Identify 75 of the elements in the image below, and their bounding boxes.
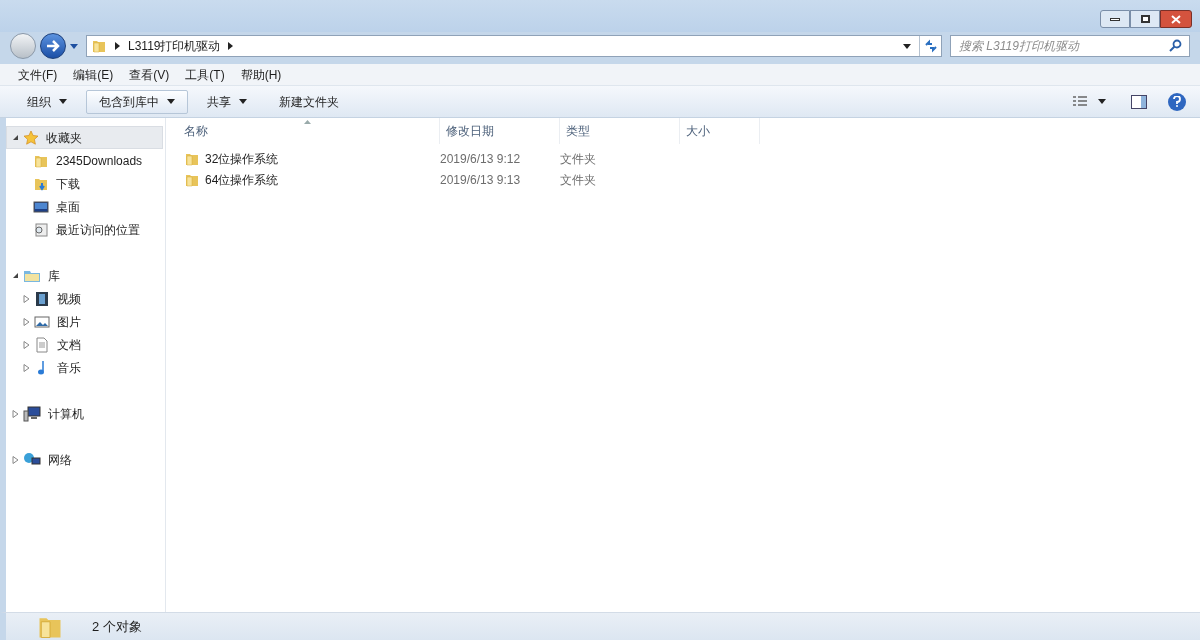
file-row[interactable]: 64位操作系统 2019/6/13 9:13 文件夹 [166, 169, 1200, 190]
collapsed-triangle-icon[interactable] [23, 340, 30, 349]
history-caret-icon[interactable] [70, 43, 78, 49]
nav-item[interactable]: 图片 [6, 310, 165, 333]
close-button[interactable] [1160, 10, 1192, 28]
search-icon [1169, 39, 1182, 52]
status-text: 2 个对象 [92, 617, 142, 636]
column-header[interactable]: 名称 [178, 118, 440, 144]
address-bar[interactable]: L3119打印机驱动 [86, 35, 942, 57]
menu-item[interactable]: 帮助(H) [232, 65, 290, 84]
folder-icon [91, 38, 107, 54]
column-header[interactable]: 大小 [680, 118, 760, 144]
nav-item[interactable]: 最近访问的位置 [6, 218, 165, 241]
date-cell-text: 2019/6/13 9:13 [440, 171, 522, 189]
nav-group-item[interactable]: 计算机 [6, 402, 163, 425]
collapsed-triangle-icon[interactable] [23, 294, 30, 303]
menu-item[interactable]: 查看(V) [121, 65, 178, 84]
caret-icon [59, 99, 67, 104]
file-name: 64位操作系统 [205, 171, 279, 189]
list-view-icon [1072, 94, 1088, 109]
forward-button[interactable] [40, 33, 66, 59]
breadcrumb-item[interactable]: L3119打印机驱动 [128, 37, 221, 55]
sort-arrow-icon [304, 120, 311, 124]
expanded-triangle-icon[interactable] [12, 272, 19, 279]
help-button[interactable] [1168, 92, 1186, 111]
caret-icon [1098, 99, 1106, 104]
star-icon [23, 129, 39, 146]
document-icon [34, 336, 50, 353]
monitor-icon [33, 198, 49, 215]
clock-document-icon [33, 221, 49, 238]
nav-group-item[interactable]: 收藏夹 [6, 126, 163, 149]
toolbar-button[interactable]: 共享 [194, 89, 260, 114]
picture-icon [34, 313, 50, 330]
pane-icon [1131, 94, 1147, 109]
help-icon [1173, 96, 1181, 107]
minimize-button[interactable] [1100, 10, 1130, 28]
toolbar-button[interactable]: 组织 [14, 89, 80, 114]
collapsed-triangle-icon[interactable] [12, 409, 19, 418]
menu-item[interactable]: 工具(T) [177, 65, 233, 84]
nav-group-item[interactable]: 库 [6, 264, 163, 287]
refresh-arrows-icon [923, 39, 938, 53]
nav-item[interactable]: 视频 [6, 287, 165, 310]
nav-item[interactable]: 文档 [6, 333, 165, 356]
toolbar-button[interactable]: 新建文件夹 [266, 89, 352, 114]
nav-item[interactable]: 2345Downloads [6, 149, 165, 172]
caret-icon [239, 99, 247, 104]
close-icon [1171, 14, 1181, 24]
address-dropdown-icon[interactable] [903, 43, 911, 49]
caret-icon [167, 99, 175, 104]
film-icon [34, 290, 50, 307]
column-header[interactable]: 类型 [560, 118, 680, 144]
nav-item[interactable]: 音乐 [6, 356, 165, 379]
breadcrumb-arrow-icon[interactable] [228, 42, 234, 50]
collapsed-triangle-icon[interactable] [12, 455, 19, 464]
collapsed-triangle-icon[interactable] [23, 363, 30, 372]
computer-icon [23, 405, 41, 422]
type-cell-text: 文件夹 [560, 150, 597, 168]
toolbar-button[interactable]: 包含到库中 [86, 89, 188, 114]
expanded-triangle-icon[interactable] [12, 134, 19, 141]
menu-item[interactable]: 编辑(E) [65, 65, 122, 84]
breadcrumb-arrow-icon[interactable] [115, 42, 120, 50]
nav-item[interactable]: 下载 [6, 172, 165, 195]
nav-group-item[interactable]: 网络 [6, 448, 163, 471]
date-cell-text: 2019/6/13 9:12 [440, 150, 522, 168]
type-cell-text: 文件夹 [560, 171, 597, 189]
column-header[interactable]: 修改日期 [440, 118, 560, 144]
collapsed-triangle-icon[interactable] [23, 317, 30, 326]
file-name: 32位操作系统 [205, 150, 279, 168]
menu-item[interactable]: 文件(F) [10, 65, 66, 84]
search-field[interactable]: 搜索 L3119打印机驱动 [950, 35, 1190, 57]
network-globe-icon [23, 451, 41, 468]
right-arrow-icon [46, 40, 60, 52]
maximize-button[interactable] [1130, 10, 1160, 28]
file-row[interactable]: 32位操作系统 2019/6/13 9:12 文件夹 [166, 148, 1200, 169]
nav-item[interactable]: 桌面 [6, 195, 165, 218]
